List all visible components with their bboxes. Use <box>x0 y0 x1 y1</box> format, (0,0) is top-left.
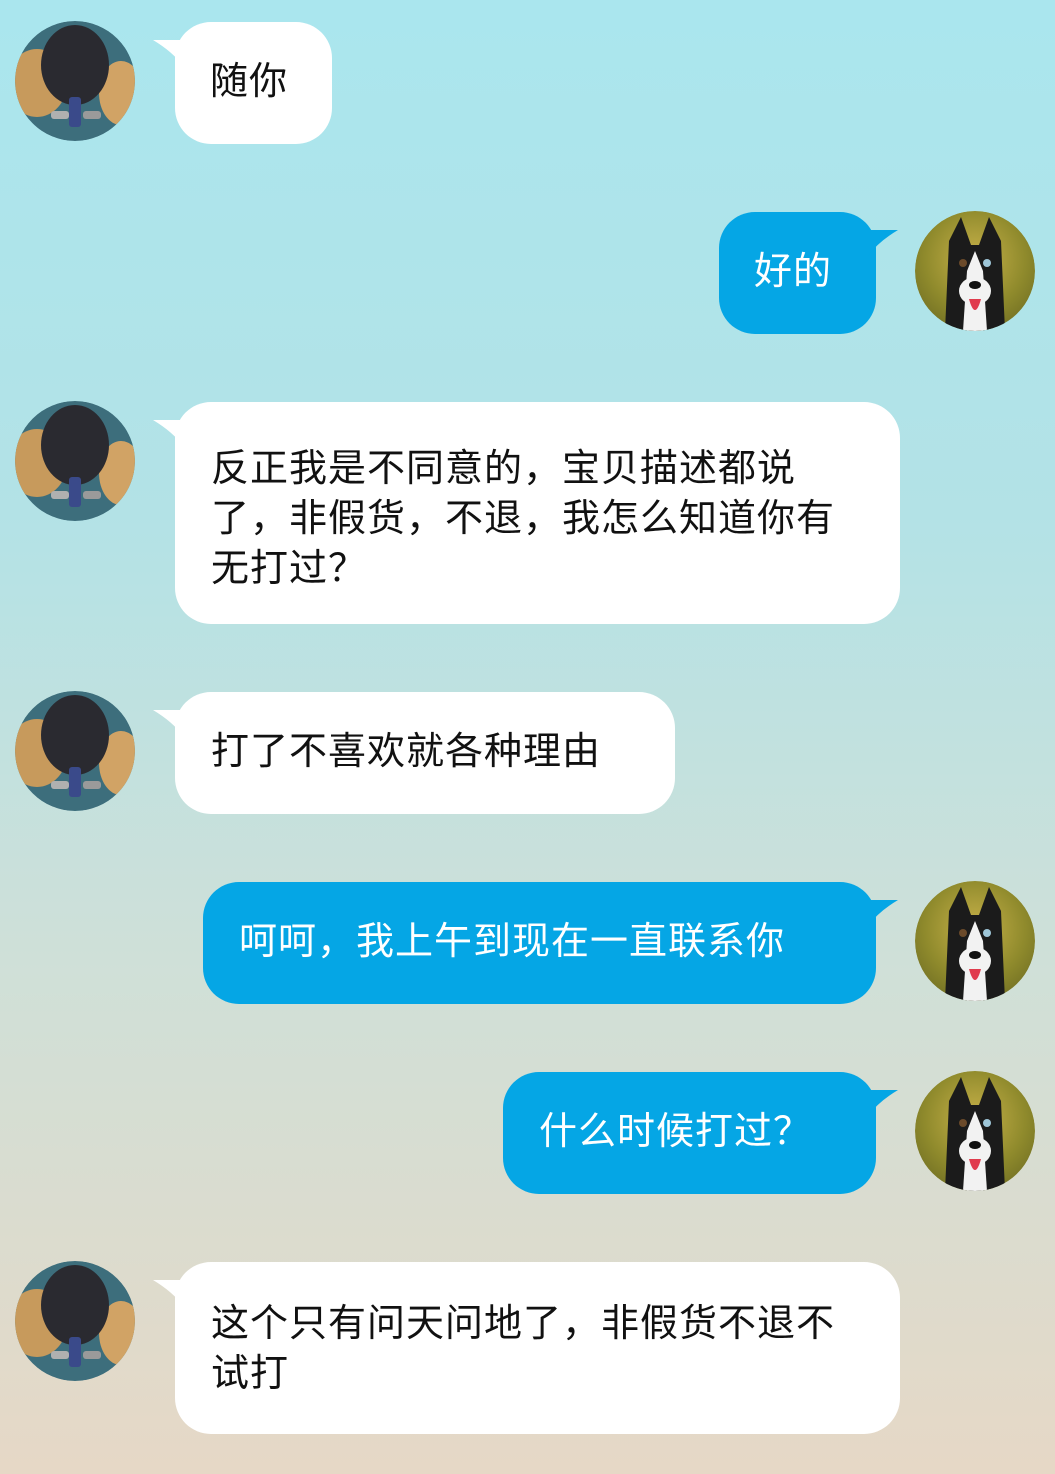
bubble-tail <box>868 230 898 256</box>
message-bubble[interactable]: 什么时候打过？ <box>503 1072 898 1194</box>
bubble-tail <box>153 420 183 446</box>
ping-pong-paddles-icon <box>15 21 135 141</box>
ping-pong-paddles-icon <box>15 401 135 521</box>
message-text: 什么时候打过？ <box>539 1109 813 1153</box>
contact-avatar[interactable] <box>15 691 135 811</box>
message-text: 随你 <box>210 59 289 103</box>
message-text: 打了不喜欢就各种理由 <box>211 729 602 773</box>
message-bubble[interactable]: 随你 <box>153 22 332 144</box>
chat-thread: 随你 好的 反正我是不同意的，宝贝描述都说了，非假货，不退，我怎么知道你有无打过… <box>0 0 1055 1474</box>
husky-dog-icon <box>915 211 1035 331</box>
message-text: 呵呵，我上午到现在一直联系你 <box>239 919 786 963</box>
bubble-tail <box>868 1090 898 1116</box>
message-bubble[interactable]: 打了不喜欢就各种理由 <box>153 692 675 814</box>
message-text: 反正我是不同意的，宝贝描述都说了，非假货，不退，我怎么知道你有无打过？ <box>211 446 836 590</box>
my-avatar[interactable] <box>915 881 1035 1001</box>
message-bubble[interactable]: 这个只有问天问地了，非假货不退不试打 <box>153 1262 900 1434</box>
bubble-tail <box>153 40 183 66</box>
message-bubble[interactable]: 反正我是不同意的，宝贝描述都说了，非假货，不退，我怎么知道你有无打过？ <box>153 402 900 624</box>
ping-pong-paddles-icon <box>15 691 135 811</box>
contact-avatar[interactable] <box>15 401 135 521</box>
bubble-tail <box>153 1280 183 1306</box>
message-bubble[interactable]: 呵呵，我上午到现在一直联系你 <box>203 882 898 1004</box>
bubble-tail <box>868 900 898 926</box>
message-bubble[interactable]: 好的 <box>719 212 898 334</box>
contact-avatar[interactable] <box>15 1261 135 1381</box>
my-avatar[interactable] <box>915 1071 1035 1191</box>
ping-pong-paddles-icon <box>15 1261 135 1381</box>
husky-dog-icon <box>915 1071 1035 1191</box>
message-text: 这个只有问天问地了，非假货不退不试打 <box>211 1301 836 1395</box>
message-text: 好的 <box>754 249 833 293</box>
husky-dog-icon <box>915 881 1035 1001</box>
bubble-tail <box>153 710 183 736</box>
my-avatar[interactable] <box>915 211 1035 331</box>
contact-avatar[interactable] <box>15 21 135 141</box>
